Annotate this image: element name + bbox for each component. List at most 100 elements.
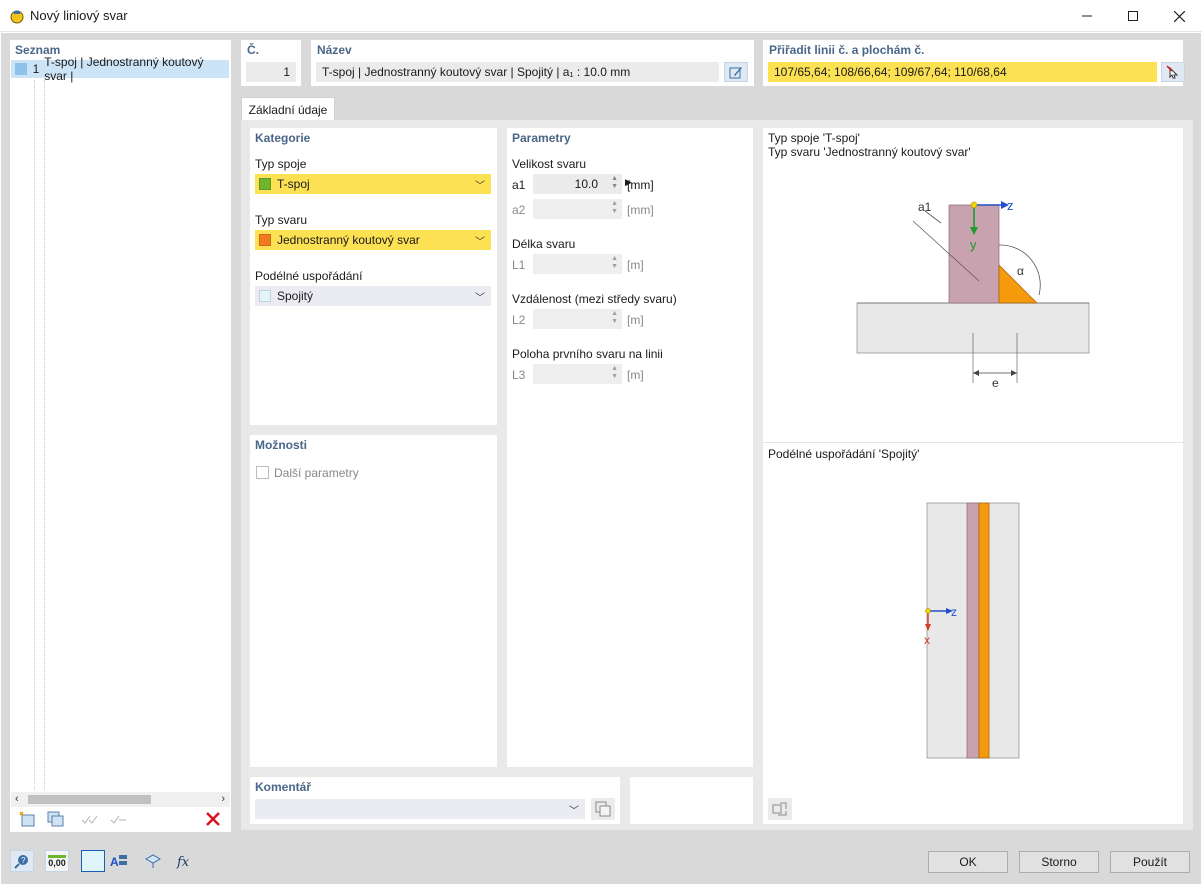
number-field[interactable]: 1 (246, 62, 296, 82)
y-axis-label: y (970, 237, 977, 252)
l2-unit: [m] (627, 313, 644, 327)
a1-value: 10.0 (574, 177, 598, 191)
spin-arrows-icon: ▲ ▼ (611, 200, 618, 215)
a1-unit: [mm] (627, 178, 654, 192)
komentar-library-button[interactable] (591, 798, 615, 820)
refresh-view-icon (772, 802, 787, 816)
storno-button[interactable]: Storno (1019, 851, 1099, 873)
typ-svaru-swatch (259, 234, 271, 246)
l1-spinbox: ▲ ▼ (533, 254, 622, 274)
text-info-button[interactable]: A (107, 850, 131, 872)
l1-unit: [m] (627, 258, 644, 272)
copy-item-button[interactable] (44, 808, 68, 830)
new-item-button[interactable] (15, 808, 39, 830)
spin-arrows-icon: ▲ ▼ (611, 310, 618, 325)
item-color-swatch (15, 63, 27, 75)
komentar-select[interactable]: ﹀ (255, 799, 585, 819)
search-help-icon: ? (14, 855, 28, 869)
velikost-label: Velikost svaru (512, 157, 587, 171)
x-axis-label: x (924, 633, 930, 647)
l3-spinbox: ▲ ▼ (533, 364, 622, 384)
kategorie-title: Kategorie (255, 131, 311, 145)
help-button[interactable]: ? (10, 850, 34, 872)
moznosti-title: Možnosti (255, 438, 307, 452)
chevron-down-icon: ﹀ (475, 181, 485, 192)
scrollbar-thumb[interactable] (28, 795, 151, 804)
z-axis-label-2: z (951, 605, 957, 619)
value-display-button[interactable]: 0,00 (45, 850, 69, 872)
typ-spoje-select[interactable]: T-spoj ﹀ (255, 174, 491, 194)
svg-text:?: ? (21, 856, 26, 865)
typ-svaru-value: Jednostranný koutový svar (277, 233, 420, 247)
horizontal-scrollbar[interactable]: ‹ › (11, 792, 230, 807)
chevron-down-icon: ﹀ (569, 806, 579, 817)
maximize-button[interactable] (1110, 0, 1156, 32)
text-info-icon: A (110, 855, 127, 869)
tab-zakladni-udaje[interactable]: Základní údaje (241, 97, 335, 121)
color-toggle-button[interactable] (81, 850, 105, 872)
scroll-right-icon[interactable]: › (221, 793, 225, 805)
maximize-icon (1128, 11, 1138, 21)
number-label: Č. (247, 43, 259, 57)
close-icon (1173, 10, 1185, 22)
pick-cursor-icon (1166, 65, 1179, 79)
formula-button[interactable]: fx (173, 850, 197, 872)
assign-field[interactable]: 107/65,64; 108/66,64; 109/67,64; 110/68,… (768, 62, 1157, 82)
web-strip (966, 502, 980, 759)
l2-spinbox: ▲ ▼ (533, 309, 622, 329)
dalsi-parametry-checkbox[interactable] (256, 466, 269, 479)
tree-guide (44, 80, 45, 790)
poloha-label: Poloha prvního svaru na linii (512, 347, 663, 361)
e-label: e (992, 376, 999, 390)
komentar-panel: Komentář ﹀ (250, 777, 620, 824)
typ-svaru-label: Typ svaru (255, 213, 308, 227)
pouzit-button[interactable]: Použít (1110, 851, 1190, 873)
preview-panel: Typ spoje 'T-spoj' Typ svaru 'Jednostran… (763, 128, 1183, 824)
title-bar: Nový liniový svar (0, 0, 1202, 32)
longitudinal-diagram: z x (924, 502, 1020, 759)
typ-svaru-select[interactable]: Jednostranný koutový svar ﹀ (255, 230, 491, 250)
l1-label: L1 (512, 258, 526, 272)
tree-guide (34, 80, 35, 790)
preview-line2: Typ svaru 'Jednostranný koutový svar' (768, 145, 971, 159)
uncheck-all-button[interactable] (106, 808, 130, 830)
view-button[interactable] (141, 850, 165, 872)
edit-name-button[interactable] (724, 62, 748, 82)
delete-button[interactable] (201, 808, 225, 830)
alpha-label: α (1017, 264, 1024, 278)
komentar-title: Komentář (255, 780, 312, 794)
ok-button[interactable]: OK (928, 851, 1008, 873)
l3-unit: [m] (627, 368, 644, 382)
pick-lines-button[interactable] (1161, 62, 1185, 82)
typ-spoje-label: Typ spoje (255, 157, 307, 171)
check-all-icon (81, 815, 98, 824)
formula-icon: fx (176, 855, 190, 869)
minimize-icon (1082, 15, 1092, 17)
list-item-number: 1 (32, 62, 40, 76)
a1-spinbox[interactable]: 10.0 ▲ ▼ (533, 174, 622, 194)
list-item-label: T-spoj | Jednostranný koutový svar | (44, 55, 204, 83)
typ-spoje-swatch (259, 178, 271, 190)
spin-arrows-icon[interactable]: ▲ ▼ (611, 175, 618, 191)
assign-label: Přiřadit linii č. a plochám č. (769, 43, 925, 57)
app-icon (10, 10, 24, 24)
l3-label: L3 (512, 368, 526, 382)
dialog-client: Seznam 1 T-spoj | Jednostranný koutový s… (1, 33, 1201, 884)
value-icon: 0,00 (48, 854, 66, 868)
preview-line1: Typ spoje 'T-spoj' (768, 131, 860, 145)
new-item-icon (19, 811, 35, 827)
list-item[interactable]: 1 T-spoj | Jednostranný koutový svar | (11, 55, 229, 83)
close-button[interactable] (1156, 0, 1202, 32)
moznosti-panel: Možnosti Další parametry (250, 435, 497, 767)
minimize-button[interactable] (1064, 0, 1110, 32)
preview-options-button[interactable] (768, 798, 792, 820)
podelne-swatch (259, 290, 271, 302)
name-field[interactable]: T-spoj | Jednostranný koutový svar | Spo… (316, 62, 719, 82)
delka-label: Délka svaru (512, 237, 576, 251)
check-all-button[interactable] (77, 808, 101, 830)
svg-text:fx: fx (176, 855, 190, 869)
delete-icon (206, 812, 220, 826)
copy-icon (47, 811, 64, 827)
podelne-select[interactable]: Spojitý ﹀ (255, 286, 491, 306)
scroll-left-icon[interactable]: ‹ (15, 793, 19, 805)
